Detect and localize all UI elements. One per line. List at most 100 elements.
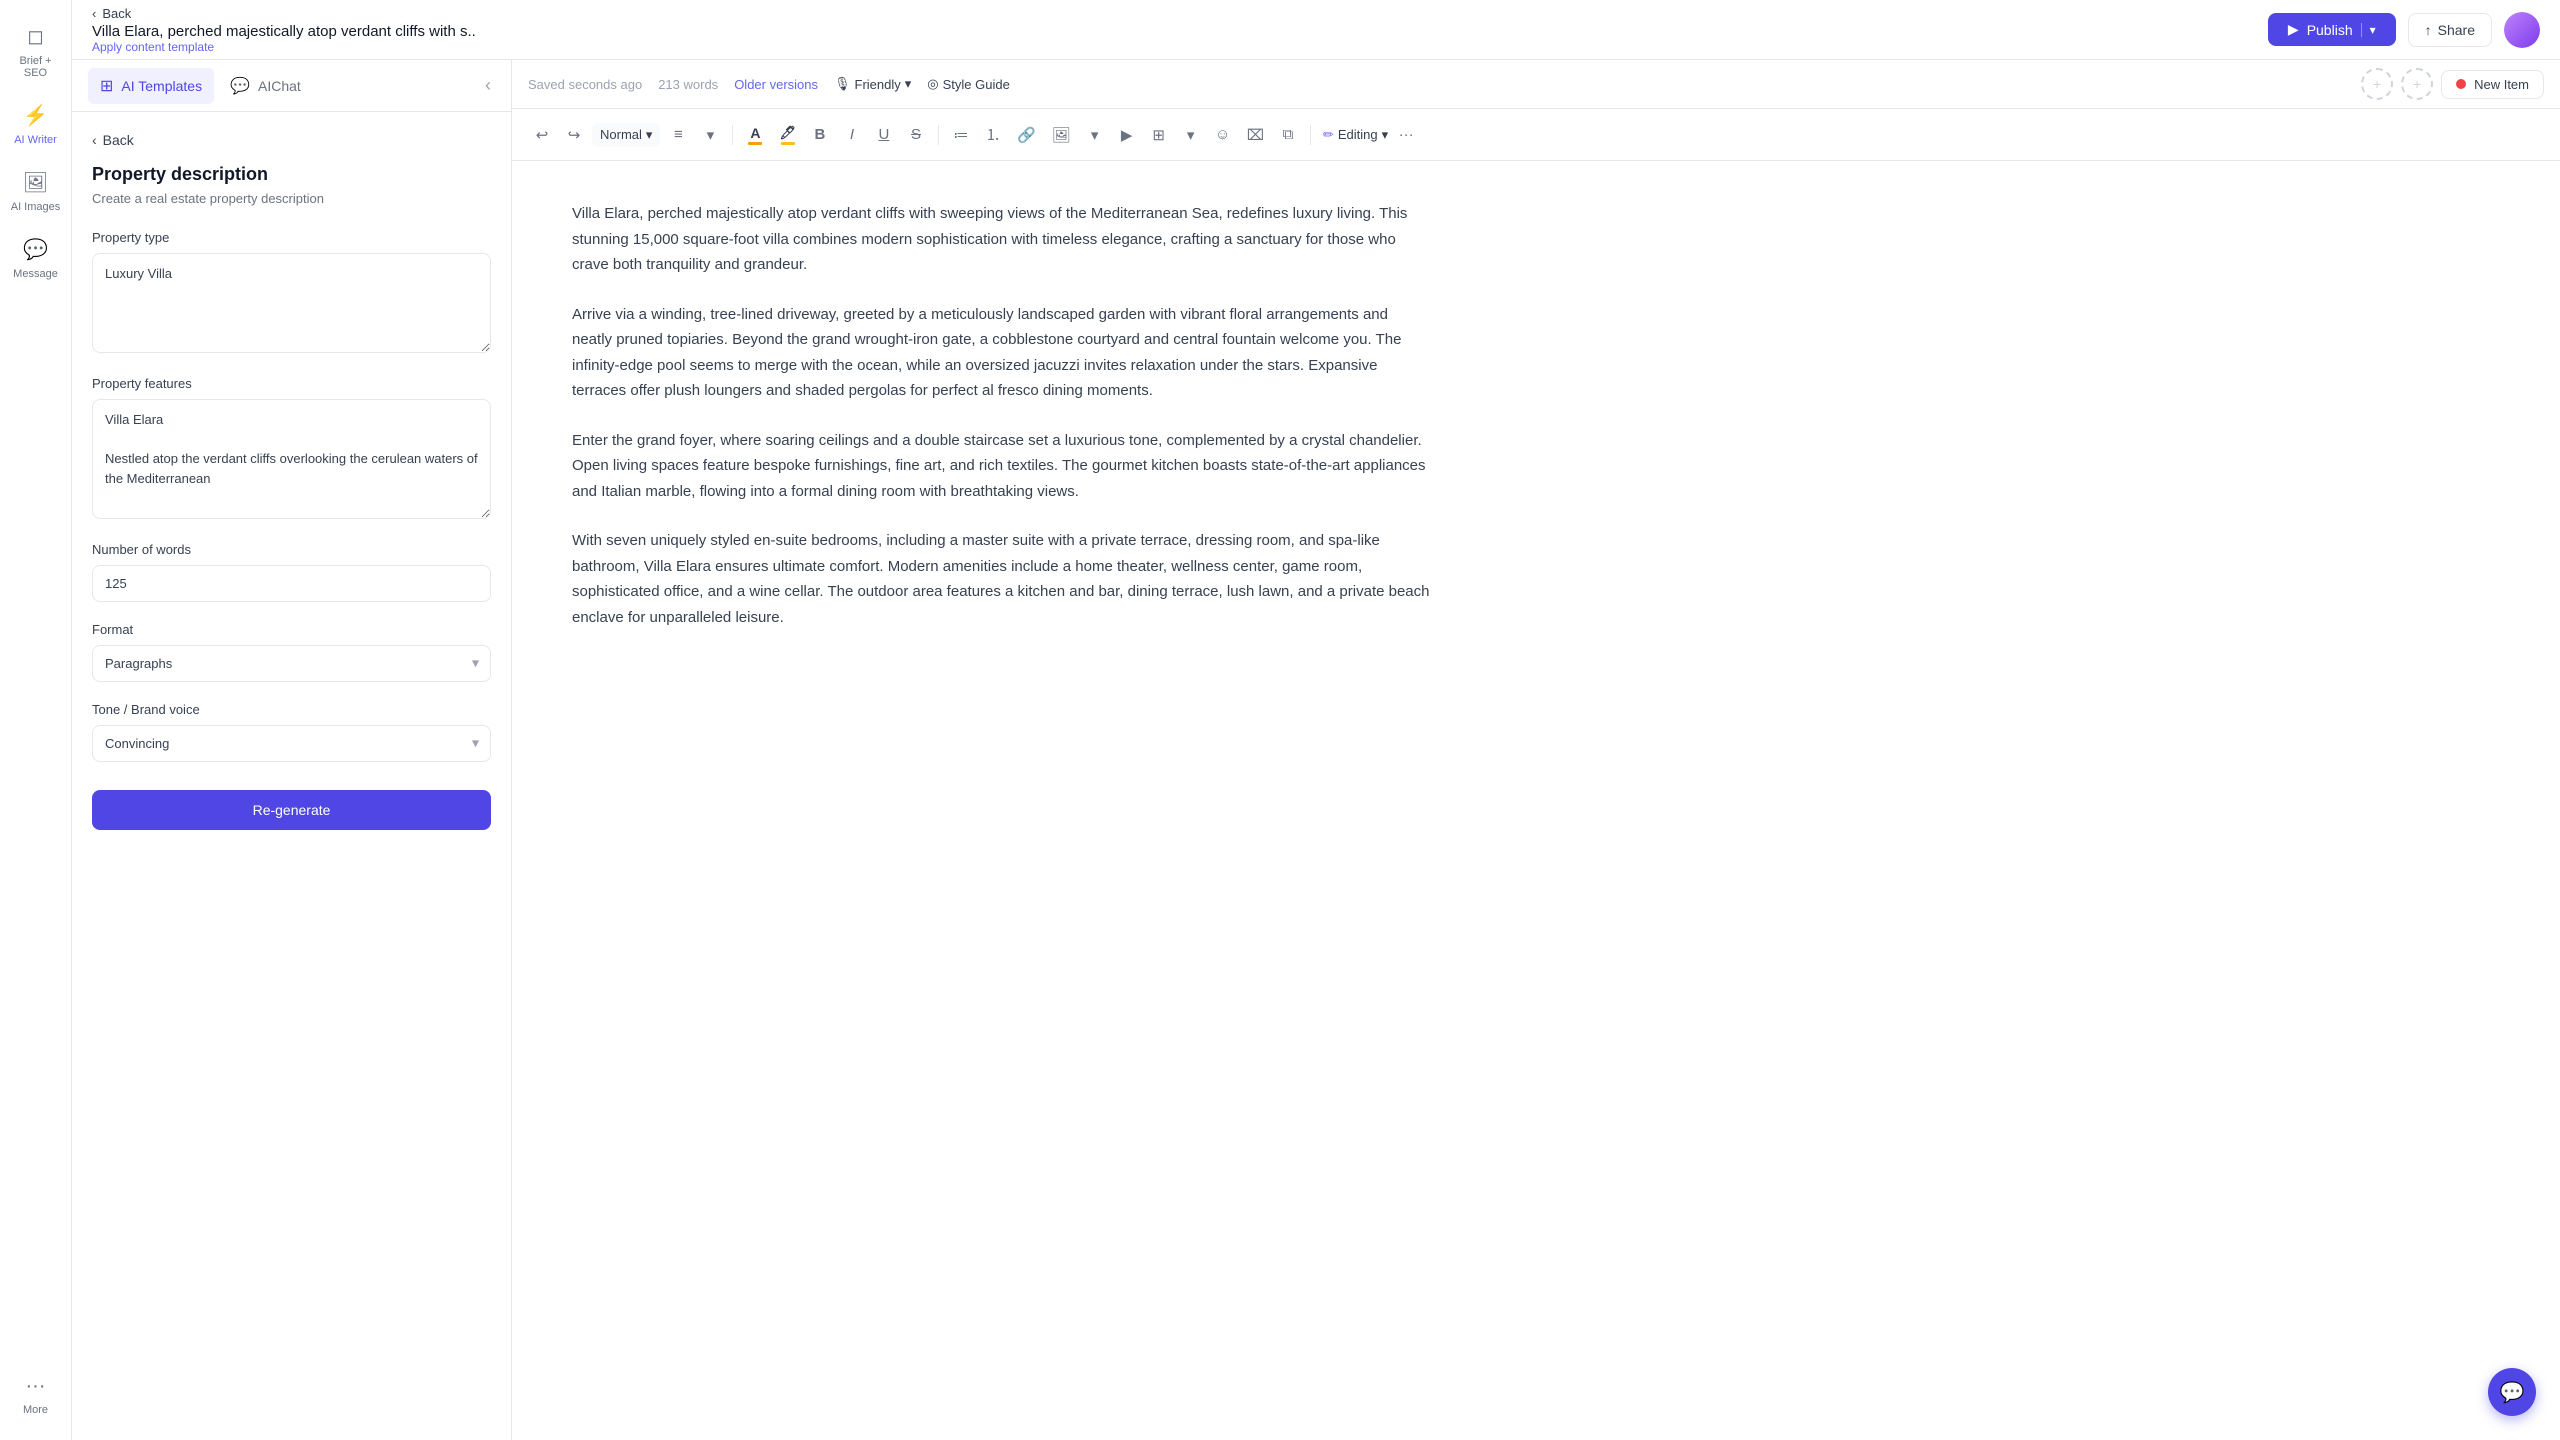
more-options-button[interactable]: ··· [1392, 121, 1420, 149]
undo-button[interactable]: ↩ [528, 121, 556, 149]
format-label: Format [92, 622, 491, 637]
top-bar-right: ▶ Publish ▾ ↑ Share [2268, 12, 2540, 48]
sidebar-item-ai-writer[interactable]: ⚡ AI Writer [6, 95, 66, 154]
chat-fab-button[interactable]: 💬 [2488, 1368, 2536, 1416]
property-features-label: Property features [92, 376, 491, 391]
pencil-icon: ✏ [1323, 127, 1334, 143]
format-select[interactable]: Paragraphs Bullet Points Mixed [92, 645, 491, 682]
ghost-avatar-2: + [2401, 68, 2433, 100]
friendly-badge[interactable]: 🎙 Friendly ▾ [834, 76, 911, 92]
ai-writer-icon: ⚡ [23, 103, 48, 128]
doc-title: Villa Elara, perched majestically atop v… [92, 23, 476, 40]
text-color-indicator: A [748, 125, 762, 145]
template-title: Property description [92, 164, 491, 185]
tone-voice-label: Tone / Brand voice [92, 702, 491, 717]
sidebar-item-more[interactable]: ··· More [6, 1367, 66, 1424]
ai-images-icon: 🖼 [23, 170, 48, 195]
strikethrough-button[interactable]: S [902, 121, 930, 149]
style-guide-icon: ◎ [927, 76, 938, 92]
sidebar-item-brief-seo[interactable]: ◻ Brief + SEO [6, 16, 66, 87]
number-of-words-input[interactable] [92, 565, 491, 602]
share-icon: ↑ [2425, 22, 2432, 38]
older-versions-link[interactable]: Older versions [734, 77, 818, 92]
text-color-bar [748, 142, 762, 145]
ai-templates-tab-icon: ⊞ [100, 76, 113, 96]
tone-voice-group: Tone / Brand voice Convincing Friendly P… [92, 702, 491, 762]
number-of-words-group: Number of words [92, 542, 491, 602]
sidebar-item-message[interactable]: 💬 Message [6, 229, 66, 288]
property-type-input[interactable]: Luxury Villa [92, 253, 491, 353]
more-icon: ··· [26, 1375, 46, 1398]
underline-button[interactable]: U [870, 121, 898, 149]
copy-button[interactable]: ⧉ [1274, 121, 1302, 149]
property-features-group: Property features Villa Elara Nestled at… [92, 376, 491, 522]
format-select-wrapper: Paragraphs Bullet Points Mixed [92, 645, 491, 682]
image-chevron-button[interactable]: ▾ [1081, 121, 1109, 149]
tone-voice-select-wrapper: Convincing Friendly Professional Casual [92, 725, 491, 762]
editing-chevron-icon: ▾ [1382, 127, 1389, 143]
template-desc: Create a real estate property descriptio… [92, 191, 491, 206]
numbered-list-button[interactable]: ⒈ [979, 121, 1007, 149]
bullet-list-button[interactable]: ≔ [947, 121, 975, 149]
top-bar: ‹ Back Villa Elara, perched majestically… [72, 0, 2560, 60]
friendly-chevron-icon: ▾ [905, 76, 912, 92]
image-button[interactable]: 🖼 [1046, 121, 1077, 149]
editor-content[interactable]: Villa Elara, perched majestically atop v… [512, 161, 2560, 1440]
link-button[interactable]: 🔗 [1011, 121, 1042, 149]
publish-chevron-icon: ▾ [2361, 23, 2376, 37]
play-button[interactable]: ▶ [1113, 121, 1141, 149]
toolbar-divider-3 [1310, 125, 1311, 145]
share-button[interactable]: ↑ Share [2408, 13, 2492, 47]
new-item-dot [2456, 79, 2466, 89]
toolbar-meta: Saved seconds ago 213 words Older versio… [512, 60, 2560, 109]
number-of-words-label: Number of words [92, 542, 491, 557]
mic-icon: 🎙 [834, 76, 851, 92]
redo-button[interactable]: ↪ [560, 121, 588, 149]
main-area: ‹ Back Villa Elara, perched majestically… [72, 0, 2560, 1440]
tab-aichat[interactable]: 💬 AIChat [218, 68, 313, 104]
back-arrow-icon: ‹ [92, 6, 96, 21]
italic-button[interactable]: I [838, 121, 866, 149]
toolbar-meta-right: + + New Item [2361, 68, 2544, 100]
panel-tabs: ⊞ AI Templates 💬 AIChat ‹ [72, 60, 511, 112]
template-back-link[interactable]: ‹ Back [92, 132, 491, 148]
property-features-input[interactable]: Villa Elara Nestled atop the verdant cli… [92, 399, 491, 519]
icon-sidebar: ◻ Brief + SEO ⚡ AI Writer 🖼 AI Images 💬 … [0, 0, 72, 1440]
regenerate-button[interactable]: Re-generate [92, 790, 491, 830]
emoji-button[interactable]: ☺ [1209, 121, 1237, 149]
clear-format-button[interactable]: ⌧ [1241, 121, 1270, 149]
content-area: ⊞ AI Templates 💬 AIChat ‹ ‹ Back Propert… [72, 60, 2560, 1440]
editor-paragraph-1: Villa Elara, perched majestically atop v… [572, 201, 1432, 278]
apply-template-link[interactable]: Apply content template [92, 40, 476, 54]
bold-button[interactable]: B [806, 121, 834, 149]
format-group: Format Paragraphs Bullet Points Mixed [92, 622, 491, 682]
chat-fab-icon: 💬 [2500, 1380, 2525, 1405]
editor-paragraph-4: With seven uniquely styled en-suite bedr… [572, 528, 1432, 630]
back-button[interactable]: ‹ Back [92, 6, 476, 21]
ghost-avatar-1: + [2361, 68, 2393, 100]
text-color-button[interactable]: A [741, 121, 769, 149]
publish-play-icon: ▶ [2288, 21, 2299, 38]
toolbar-divider-1 [732, 125, 733, 145]
editing-label-group: ✏ Editing ▾ [1323, 127, 1388, 143]
publish-button[interactable]: ▶ Publish ▾ [2268, 13, 2396, 46]
align-left-button[interactable]: ≡ [664, 121, 692, 149]
editor-area: Saved seconds ago 213 words Older versio… [512, 60, 2560, 1440]
editor-paragraph-2: Arrive via a winding, tree-lined drivewa… [572, 302, 1432, 404]
sidebar-item-ai-images[interactable]: 🖼 AI Images [6, 162, 66, 221]
highlight-button[interactable]: 🖊 [773, 121, 802, 149]
style-guide-link[interactable]: ◎ Style Guide [927, 76, 1010, 92]
highlight-indicator: 🖊 [779, 125, 796, 145]
avatar[interactable] [2504, 12, 2540, 48]
tone-voice-select[interactable]: Convincing Friendly Professional Casual [92, 725, 491, 762]
normal-select[interactable]: Normal ▾ [592, 123, 660, 147]
new-item-button[interactable]: New Item [2441, 70, 2544, 99]
editor-paragraph-3: Enter the grand foyer, where soaring cei… [572, 428, 1432, 505]
align-chevron-button[interactable]: ▾ [696, 121, 724, 149]
panel-content: ‹ Back Property description Create a rea… [72, 112, 511, 1440]
table-button[interactable]: ⊞ [1145, 121, 1173, 149]
templates-panel: ⊞ AI Templates 💬 AIChat ‹ ‹ Back Propert… [72, 60, 512, 1440]
collapse-panel-button[interactable]: ‹ [481, 71, 495, 100]
table-chevron-button[interactable]: ▾ [1177, 121, 1205, 149]
tab-ai-templates[interactable]: ⊞ AI Templates [88, 68, 214, 104]
